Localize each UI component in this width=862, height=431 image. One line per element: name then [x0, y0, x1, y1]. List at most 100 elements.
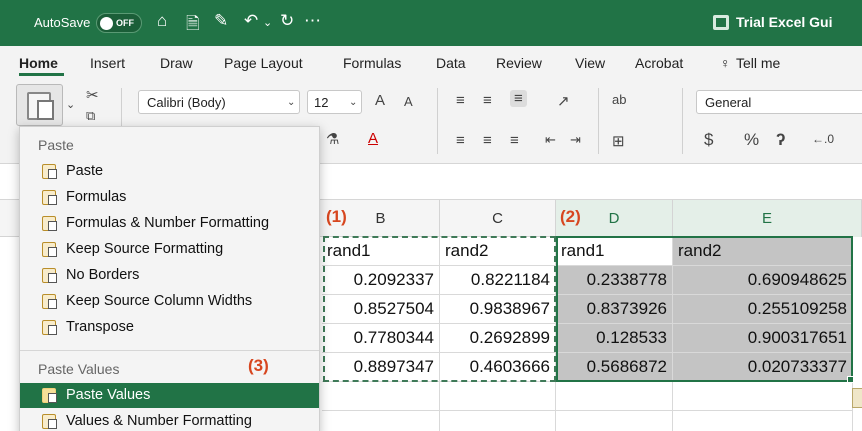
- menu-item-label: Keep Source Formatting: [66, 241, 224, 257]
- title-bar: AutoSave OFF ⌂ 🗎 ✎ ↶ ⌄ ↻ ⋯ Trial Excel G…: [0, 0, 862, 46]
- menu-item-paste-values[interactable]: Paste Values: [20, 383, 319, 408]
- font-name-select[interactable]: Calibri (Body): [138, 90, 300, 114]
- font-color-icon[interactable]: A: [368, 130, 378, 147]
- paste-dropdown-icon[interactable]: ⌄: [66, 98, 75, 111]
- grid-cell[interactable]: 0.020733377: [673, 353, 853, 382]
- grid-cell[interactable]: [556, 382, 673, 411]
- tab-home[interactable]: Home: [19, 55, 58, 71]
- grid-cell[interactable]: 0.255109258: [673, 295, 853, 324]
- cut-icon[interactable]: ✂: [86, 86, 99, 104]
- grid-cell[interactable]: rand2: [440, 237, 556, 266]
- menu-item-label: Formulas & Number Formatting: [66, 215, 270, 231]
- toggle-knob: [100, 17, 113, 30]
- menu-item-values-number-formatting[interactable]: Values & Number Formatting: [20, 409, 319, 431]
- tab-page-layout[interactable]: Page Layout: [224, 55, 303, 71]
- align-top-icon[interactable]: ≡: [456, 92, 465, 109]
- menu-item-label: Paste: [66, 163, 104, 179]
- grid-cell[interactable]: rand1: [322, 237, 440, 266]
- menu-item-formulas-number-formatting[interactable]: Formulas & Number Formatting: [20, 211, 319, 236]
- grid-cell[interactable]: [322, 382, 440, 411]
- save-icon[interactable]: 🗎: [186, 11, 200, 40]
- tab-acrobat[interactable]: Acrobat: [635, 55, 683, 71]
- menu-item-keep-source-formatting[interactable]: Keep Source Formatting: [20, 237, 319, 262]
- grid-cell[interactable]: [556, 411, 673, 431]
- paste-options-icon[interactable]: [852, 388, 862, 408]
- orientation-icon[interactable]: ↗: [557, 92, 570, 110]
- grid-cell[interactable]: 0.128533: [556, 324, 673, 353]
- grid-cell[interactable]: 0.7780344: [322, 324, 440, 353]
- grid-cell[interactable]: rand1: [556, 237, 673, 266]
- increase-indent-icon[interactable]: ⇥: [570, 132, 581, 148]
- menu-item-transpose[interactable]: Transpose: [20, 315, 319, 340]
- grid-cell[interactable]: 0.2692899: [440, 324, 556, 353]
- grid-cell[interactable]: [673, 411, 853, 431]
- grid-cell[interactable]: rand2: [673, 237, 853, 266]
- grid-cell[interactable]: 0.8897347: [322, 353, 440, 382]
- align-bottom-icon[interactable]: ≡: [510, 90, 527, 107]
- workbook-icon: [713, 15, 729, 30]
- grid-cell[interactable]: 0.900317651: [673, 324, 853, 353]
- grid-cell[interactable]: 0.9838967: [440, 295, 556, 324]
- home-icon[interactable]: ⌂: [157, 11, 167, 31]
- grid-cell[interactable]: [440, 382, 556, 411]
- tab-tell-me[interactable]: Tell me: [736, 55, 780, 71]
- grid-cell[interactable]: 0.8373926: [556, 295, 673, 324]
- column-header-c[interactable]: C: [440, 200, 556, 237]
- increase-decimal-icon[interactable]: ←.0: [812, 132, 834, 146]
- tab-data[interactable]: Data: [436, 55, 466, 71]
- wrap-text-icon[interactable]: ab: [612, 92, 626, 107]
- align-center-icon[interactable]: ≡: [483, 132, 492, 149]
- annotation-marker-2: (2): [560, 207, 581, 226]
- merge-center-icon[interactable]: ⊞: [612, 132, 625, 150]
- font-size-value: 12: [314, 95, 329, 110]
- menu-item-formulas[interactable]: Formulas: [20, 185, 319, 210]
- undo-icon[interactable]: ↶: [244, 11, 258, 31]
- align-left-icon[interactable]: ≡: [456, 132, 465, 149]
- redo-icon[interactable]: ↻: [280, 11, 294, 31]
- grid-cell[interactable]: [673, 382, 853, 411]
- paste-keep-source-icon: [42, 242, 57, 257]
- grid-cell[interactable]: 0.5686872: [556, 353, 673, 382]
- grid-cell[interactable]: 0.8221184: [440, 266, 556, 295]
- paste-button[interactable]: [16, 84, 63, 126]
- lightbulb-icon[interactable]: ♀: [720, 55, 731, 71]
- grid-cell[interactable]: 0.8527504: [322, 295, 440, 324]
- tab-insert[interactable]: Insert: [90, 55, 125, 71]
- column-letter: B: [375, 210, 386, 227]
- menu-item-keep-source-column-widths[interactable]: Keep Source Column Widths: [20, 289, 319, 314]
- comma-style-icon[interactable]: ʔ: [776, 130, 785, 150]
- align-right-icon[interactable]: ≡: [510, 132, 519, 149]
- percent-icon[interactable]: %: [744, 130, 759, 150]
- grid-cell[interactable]: 0.4603666: [440, 353, 556, 382]
- tab-view[interactable]: View: [575, 55, 605, 71]
- grid-cell[interactable]: 0.2338778: [556, 266, 673, 295]
- currency-icon[interactable]: $: [704, 130, 713, 150]
- fill-handle[interactable]: [847, 376, 854, 383]
- tab-formulas[interactable]: Formulas: [343, 55, 401, 71]
- ribbon-separator: [682, 88, 683, 154]
- shrink-font-icon[interactable]: A: [404, 94, 413, 109]
- menu-item-label: Formulas: [66, 189, 127, 205]
- number-format-select[interactable]: General: [696, 90, 862, 114]
- decrease-indent-icon[interactable]: ⇤: [545, 132, 556, 148]
- grid-cell[interactable]: 0.2092337: [322, 266, 440, 295]
- menu-item-paste[interactable]: Paste: [20, 159, 319, 184]
- menu-item-no-borders[interactable]: No Borders: [20, 263, 319, 288]
- tab-draw[interactable]: Draw: [160, 55, 193, 71]
- paste-dropdown-menu: Paste Paste Formulas Formulas & Number F…: [19, 126, 320, 431]
- fill-color-icon[interactable]: ⚗: [326, 130, 339, 148]
- autosave-toggle[interactable]: OFF: [96, 13, 142, 33]
- tab-review[interactable]: Review: [496, 55, 542, 71]
- undo-dropdown-icon[interactable]: ⌄: [263, 16, 272, 29]
- menu-item-label: No Borders: [66, 267, 140, 283]
- grid-cell[interactable]: [322, 411, 440, 431]
- column-header-e[interactable]: E: [673, 200, 862, 237]
- excel-window: AutoSave OFF ⌂ 🗎 ✎ ↶ ⌄ ↻ ⋯ Trial Excel G…: [0, 0, 862, 431]
- copy-icon[interactable]: ⧉: [86, 108, 95, 124]
- more-icon[interactable]: ⋯: [304, 11, 321, 31]
- align-middle-icon[interactable]: ≡: [483, 92, 492, 109]
- grid-cell[interactable]: 0.690948625: [673, 266, 853, 295]
- grow-font-icon[interactable]: A: [375, 92, 385, 109]
- grid-cell[interactable]: [440, 411, 556, 431]
- save-as-icon[interactable]: ✎: [214, 11, 228, 31]
